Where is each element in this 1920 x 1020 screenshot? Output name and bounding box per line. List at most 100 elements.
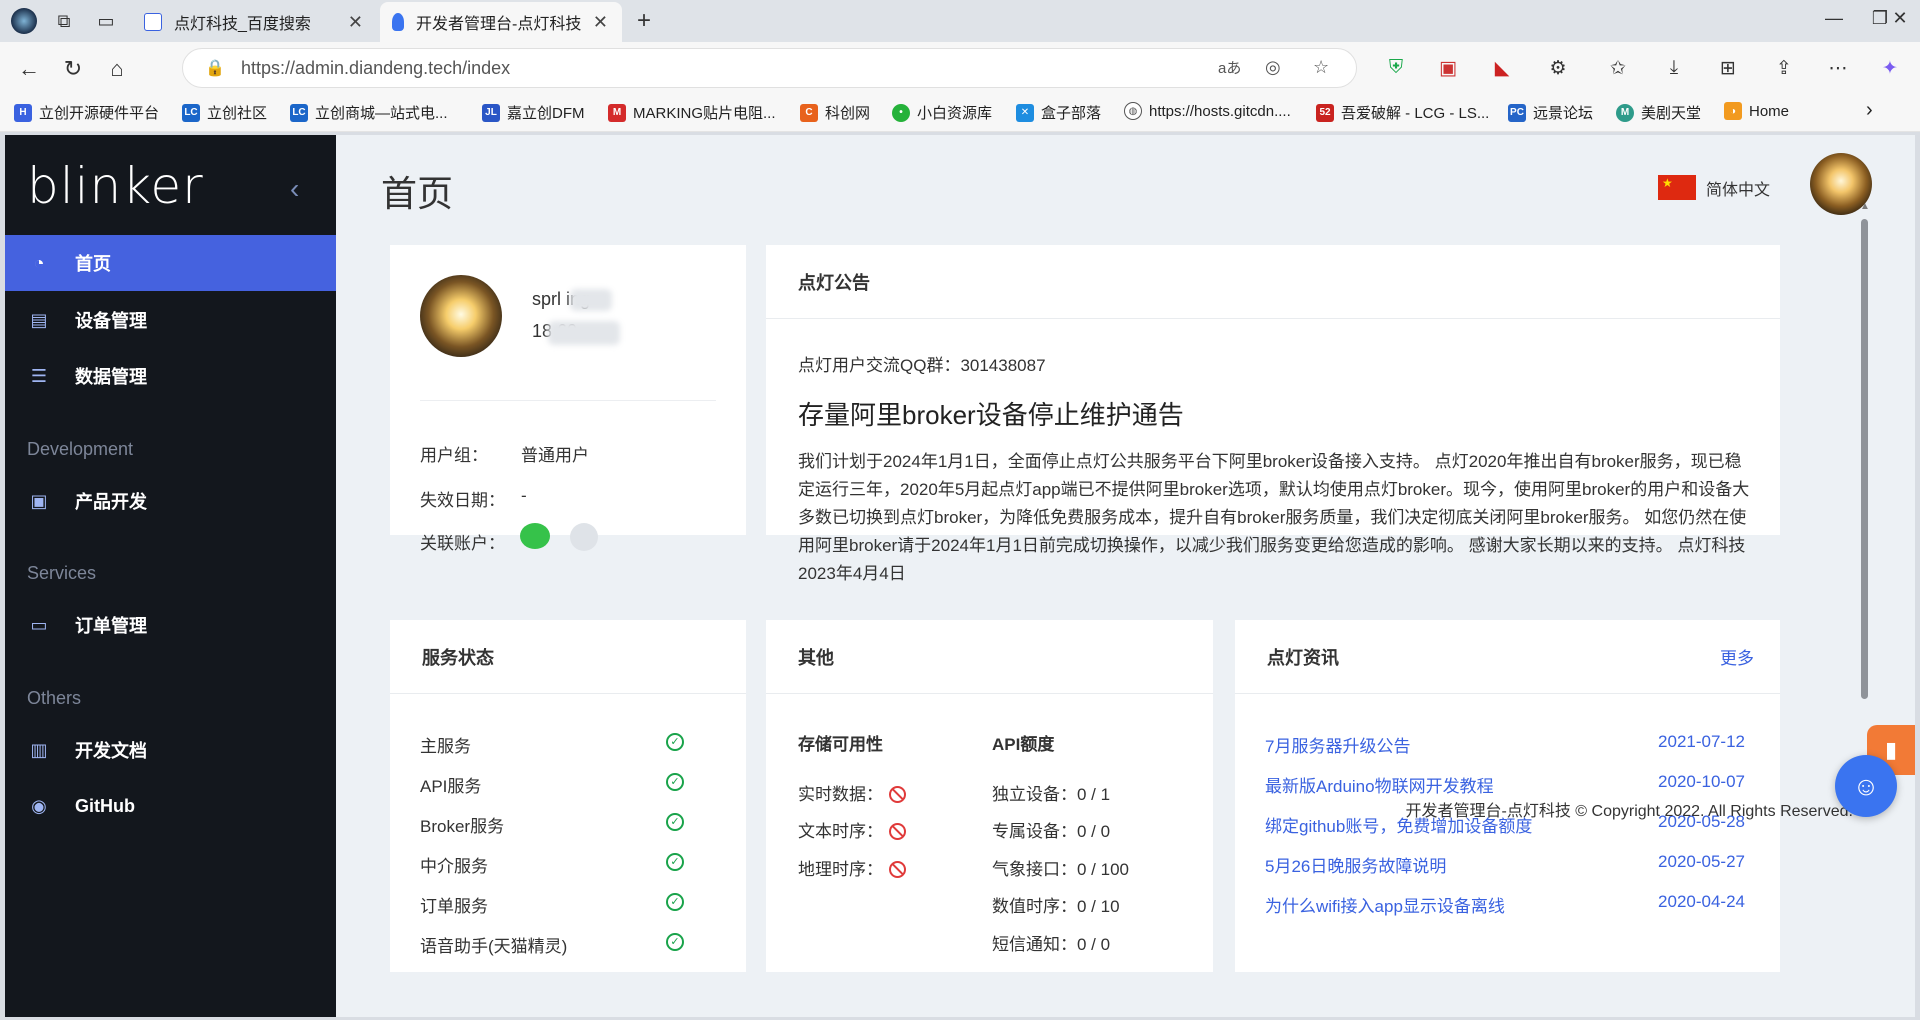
service-row: API服务 ✓ (420, 768, 698, 798)
card-header: 点灯资讯 更多 (1235, 620, 1780, 694)
more-link[interactable]: 更多 (1720, 644, 1754, 669)
bookmark-item[interactable]: 52 吾爱破解 - LCG - LS... (1316, 102, 1489, 123)
minimize-icon[interactable]: — (1814, 8, 1854, 34)
copilot-icon[interactable]: ✦ (1876, 54, 1904, 82)
tab-baidu-search[interactable]: 点灯科技_百度搜索 ✕ (132, 2, 377, 42)
api-quota-row: 短信通知：0 / 0 (992, 935, 1111, 954)
check-circle-icon: ✓ (666, 733, 684, 751)
url-text[interactable]: https://admin.diandeng.tech/index (241, 58, 510, 79)
github-icon[interactable] (570, 523, 598, 551)
close-window-icon[interactable]: ✕ (1880, 8, 1920, 34)
bookmarks-overflow-chevron-icon[interactable]: › (1866, 99, 1873, 122)
scrollbar[interactable]: ▲ (1857, 197, 1871, 1017)
bookmark-item[interactable]: C 科创网 (800, 102, 870, 123)
baidu-favicon-icon (144, 13, 162, 31)
new-tab-button[interactable]: + (628, 6, 660, 36)
edge-refresh-icon[interactable]: ◎ (1265, 57, 1281, 78)
news-item[interactable]: 5月26日晚服务故障说明 2020-05-27 (1265, 848, 1745, 878)
qq-group-text: 点灯用户交流QQ群：301438087 (798, 356, 1046, 375)
shield-extension-icon[interactable]: ⛨ (1382, 54, 1410, 82)
unavailable-icon (889, 823, 906, 840)
chat-icon: ☺ (1852, 770, 1880, 801)
github-icon: ◉ (31, 795, 47, 816)
bookmark-item[interactable]: M 美剧天堂 (1616, 102, 1701, 123)
service-status-card: 服务状态 主服务 ✓ API服务 ✓ Broker服务 ✓ 中介服务 ✓ 订单服务 ✓ 语… (390, 620, 746, 972)
collections-icon[interactable]: ⊞ (1714, 54, 1742, 82)
card-header: 其他 (766, 620, 1213, 694)
sidebar-item-orders[interactable]: ▭ 订单管理 (5, 597, 336, 653)
sidebar-item-label: GitHub (75, 795, 135, 816)
favorite-star-icon[interactable]: ☆ (1313, 57, 1329, 78)
card-header: 服务状态 (390, 620, 746, 694)
news-item[interactable]: 最新版Arduino物联网开发教程 2020-10-07 (1265, 768, 1745, 798)
card-header: 点灯公告 (766, 245, 1780, 319)
collapse-sidebar-chevron-icon[interactable]: ‹ (290, 173, 299, 205)
wechat-icon[interactable] (520, 523, 550, 549)
sidebar-item-docs[interactable]: ▥ 开发文档 (5, 722, 336, 778)
bookmark-item[interactable]: • 小白资源库 (892, 102, 992, 123)
sidebar-item-devices[interactable]: ▤ 设备管理 (5, 292, 336, 348)
service-row: Broker服务 ✓ (420, 808, 698, 838)
lock-icon[interactable]: 🔒 (205, 58, 225, 78)
sidebar-item-data[interactable]: ☰ 数据管理 (5, 348, 336, 404)
bookmark-item[interactable]: PC 远景论坛 (1508, 102, 1593, 123)
bookmark-favicon-icon: LC (290, 103, 308, 122)
bookmark-item[interactable]: H 立创开源硬件平台 (14, 102, 159, 123)
api-quota-header: API额度 (992, 735, 1055, 754)
sidebar-item-product-dev[interactable]: ▣ 产品开发 (5, 473, 336, 529)
share-icon[interactable]: ⇪ (1770, 54, 1798, 82)
back-icon[interactable]: ← (12, 52, 46, 86)
notice-headline: 存量阿里broker设备停止维护通告 (798, 400, 1184, 430)
api-quota-row: 独立设备：0 / 1 (992, 785, 1111, 804)
scrollbar-thumb[interactable] (1861, 219, 1868, 699)
bookmark-item[interactable]: ◍ https://hosts.gitcdn.... (1124, 102, 1291, 120)
redaction-mask (570, 289, 612, 311)
more-menu-icon[interactable]: ⋯ (1824, 54, 1852, 82)
news-item[interactable]: 为什么wifi接入app显示设备离线 2020-04-24 (1265, 888, 1745, 918)
bookmark-item[interactable]: LC 立创商城—站式电... (290, 102, 448, 123)
profile-icon[interactable] (8, 6, 40, 36)
sidebar-item-home[interactable]: ◔ 首页 (5, 235, 336, 291)
bookmarks-bar: H 立创开源硬件平台 LC 立创社区 LC 立创商城—站式电... JL 嘉立创DFM … (0, 94, 1920, 132)
bookmark-item[interactable]: LC 立创社区 (182, 102, 267, 123)
address-bar-row: ← ↻ ⌂ 🔒 https://admin.diandeng.tech/inde… (0, 42, 1920, 94)
tab-title: 开发者管理台-点灯科技 (416, 16, 582, 33)
chat-support-button[interactable]: ☺ (1835, 755, 1897, 817)
check-circle-icon: ✓ (666, 813, 684, 831)
close-tab-icon[interactable]: ✕ (593, 12, 608, 33)
bookmark-item[interactable]: ✕ 盒子部落 (1016, 102, 1101, 123)
expire-date-label: 失效日期： (420, 491, 505, 510)
bookmark-item[interactable]: M MARKING贴片电阻... (608, 102, 776, 123)
tab-title: 点灯科技_百度搜索 (174, 16, 311, 33)
service-row: 主服务 ✓ (420, 728, 698, 758)
extension-icon[interactable]: ◣ (1488, 54, 1516, 82)
tab-developer-console[interactable]: 开发者管理台-点灯科技 ✕ (380, 2, 622, 42)
downloads-icon[interactable]: ⤓ (1660, 54, 1688, 82)
extension-icon[interactable]: ▣ (1434, 54, 1462, 82)
unavailable-icon (889, 861, 906, 878)
storage-row: 文本时序： (798, 817, 906, 842)
sidebar-group-services: Services (27, 563, 97, 583)
workspaces-icon[interactable]: ⧉ (48, 6, 80, 36)
news-item[interactable]: 7月服务器升级公告 2021-07-12 (1265, 728, 1745, 758)
footer-copyright: 开发者管理台-点灯科技 © Copyright 2022. All Rights… (1405, 803, 1853, 820)
home-icon[interactable]: ⌂ (100, 52, 134, 86)
close-tab-icon[interactable]: ✕ (348, 12, 363, 33)
reload-icon[interactable]: ↻ (56, 52, 90, 86)
language-selector[interactable]: 简体中文 (1658, 175, 1770, 200)
user-group-value: 普通用户 (521, 446, 589, 465)
profile-card: sprl ing 18 60 用户组： 普通用户 失效日期： - 关联账户： (390, 245, 746, 553)
bookmark-favicon-icon: ✕ (1016, 103, 1034, 122)
scroll-up-arrow-icon[interactable]: ▲ (1860, 201, 1870, 212)
bookmark-item[interactable]: ◑ Home (1724, 102, 1789, 120)
globe-icon: ◍ (1124, 102, 1142, 120)
sidebar-item-github[interactable]: ◉ GitHub (5, 778, 336, 834)
bookmark-favicon-icon: C (800, 103, 818, 122)
extensions-puzzle-icon[interactable]: ⚙ (1544, 54, 1572, 82)
bookmark-item[interactable]: JL 嘉立创DFM (482, 102, 585, 123)
url-field[interactable]: 🔒 https://admin.diandeng.tech/index aあ ◎… (182, 48, 1357, 88)
favorites-icon[interactable]: ✩ (1604, 54, 1632, 82)
tab-actions-icon[interactable]: ▭ (90, 6, 122, 36)
dashboard-icon: ◔ (33, 252, 45, 273)
read-aloud-icon[interactable]: aあ (1218, 57, 1241, 78)
